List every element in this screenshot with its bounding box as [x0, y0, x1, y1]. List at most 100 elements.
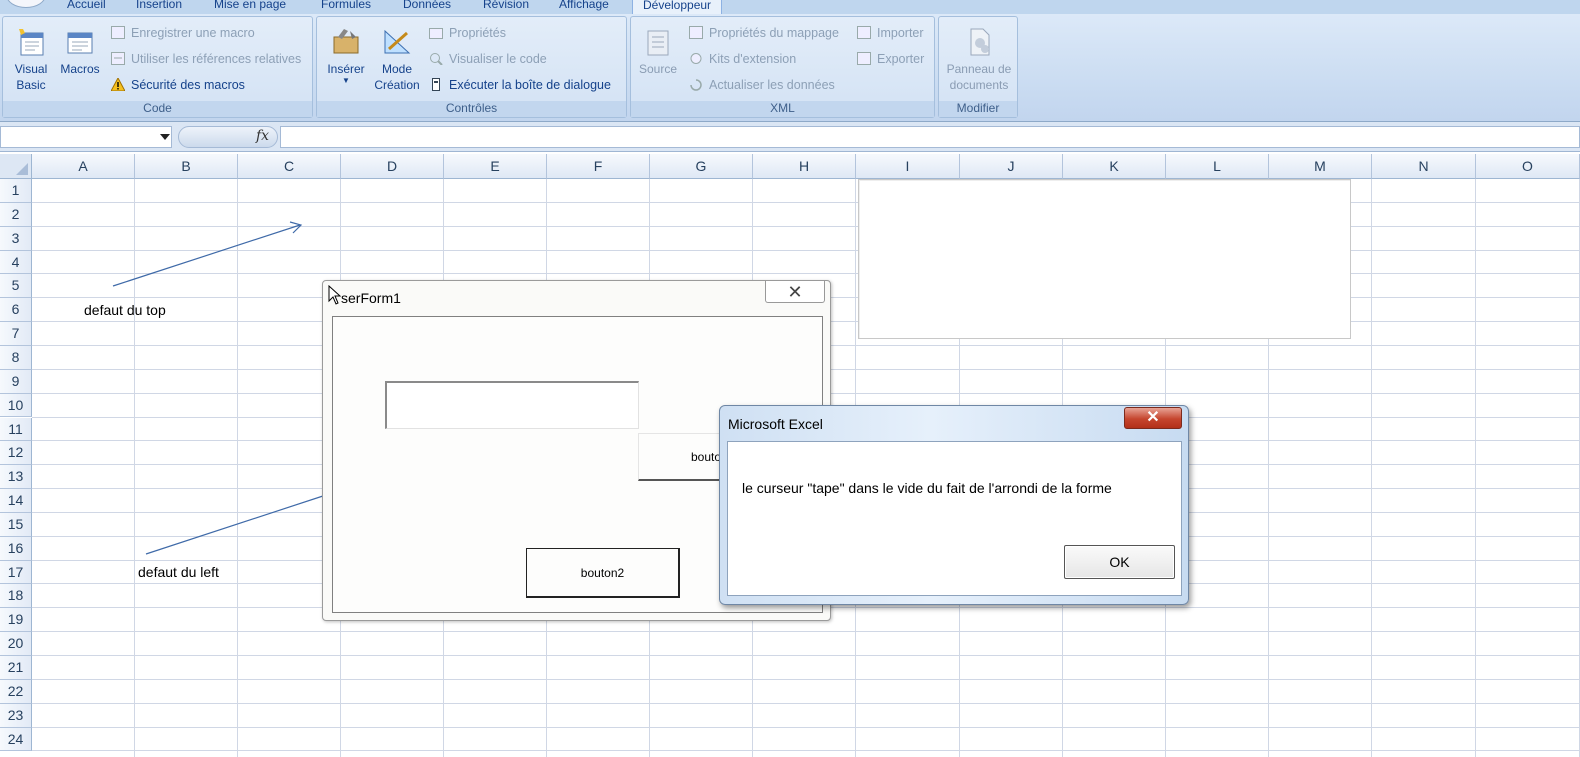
select-all-corner[interactable] — [0, 154, 32, 179]
design-mode-label-1: Mode — [381, 62, 413, 76]
import-icon — [857, 26, 871, 39]
column-header-k[interactable]: K — [1063, 154, 1166, 179]
visual-basic-label-1: Visual — [14, 62, 48, 76]
msgbox-dialog[interactable]: Microsoft Excel ✕ le curseur "tape" dans… — [719, 405, 1189, 605]
import-button[interactable]: Importer — [857, 24, 924, 42]
row-header-17[interactable]: 17 — [0, 560, 32, 585]
gridline-vertical — [1371, 179, 1372, 757]
tab-affichage[interactable]: Affichage — [559, 0, 609, 11]
bouton2-button[interactable]: bouton2 — [526, 548, 680, 598]
record-macro-button[interactable]: Enregistrer une macro — [111, 24, 255, 42]
row-header-14[interactable]: 14 — [0, 489, 32, 513]
insert-control-label: Insérer — [327, 62, 365, 76]
column-header-c[interactable]: C — [238, 154, 341, 179]
column-header-e[interactable]: E — [444, 154, 547, 179]
row-header-13[interactable]: 13 — [0, 465, 32, 490]
design-mode-button[interactable]: Mode Création — [371, 27, 423, 93]
xml-source-button[interactable]: Source — [635, 27, 681, 77]
row-header-8[interactable]: 8 — [0, 345, 32, 370]
row-header-3[interactable]: 3 — [0, 226, 32, 251]
document-panel-button[interactable]: Panneau de documents — [941, 27, 1017, 93]
userform-close-button[interactable]: ✕ — [765, 281, 825, 303]
insert-function-icon[interactable]: fx — [256, 128, 269, 144]
view-code-icon — [429, 52, 443, 66]
row-header-18[interactable]: 18 — [0, 584, 32, 609]
row-header-10[interactable]: 10 — [0, 393, 32, 418]
tab-formules[interactable]: Formules — [321, 0, 371, 11]
row-header-16[interactable]: 16 — [0, 536, 32, 561]
refresh-data-button[interactable]: Actualiser les données — [689, 76, 835, 94]
record-macro-icon — [111, 26, 125, 39]
column-header-a[interactable]: A — [32, 154, 135, 179]
msgbox-close-button[interactable]: ✕ — [1124, 407, 1182, 429]
userform-textbox[interactable] — [385, 381, 639, 429]
relative-refs-button[interactable]: Utiliser les références relatives — [111, 50, 301, 68]
row-header-20[interactable]: 20 — [0, 632, 32, 656]
expansion-packs-button[interactable]: Kits d'extension — [689, 50, 796, 68]
column-header-i[interactable]: I — [856, 154, 960, 179]
formula-bar: fx — [0, 122, 1580, 152]
name-box-dropdown-icon[interactable] — [160, 134, 170, 140]
visual-basic-icon — [15, 27, 47, 57]
gridline-horizontal — [32, 655, 1580, 656]
visual-basic-button[interactable]: Visual Basic — [9, 27, 53, 93]
properties-label: Propriétés — [449, 26, 506, 40]
view-code-button[interactable]: Visualiser le code — [429, 50, 547, 68]
expansion-packs-label: Kits d'extension — [709, 52, 797, 66]
userform-title: serForm1 — [341, 290, 401, 306]
tab-revision[interactable]: Révision — [483, 0, 529, 11]
gridline-horizontal — [32, 726, 1580, 728]
row-header-7[interactable]: 7 — [0, 322, 32, 346]
column-header-h[interactable]: H — [753, 154, 856, 179]
column-header-f[interactable]: F — [547, 154, 650, 179]
tab-donnees[interactable]: Données — [403, 0, 451, 11]
column-header-g[interactable]: G — [650, 154, 753, 179]
map-properties-button[interactable]: Propriétés du mappage — [689, 24, 839, 42]
tab-accueil[interactable]: Accueil — [67, 0, 106, 11]
column-header-m[interactable]: M — [1269, 154, 1372, 179]
column-header-b[interactable]: B — [135, 154, 238, 179]
group-modify: Panneau de documents Modifier — [938, 16, 1018, 118]
run-dialog-button[interactable]: Exécuter la boîte de dialogue — [429, 76, 611, 94]
row-header-2[interactable]: 2 — [0, 202, 32, 227]
run-dialog-icon — [429, 78, 443, 91]
expansion-packs-icon — [689, 52, 703, 65]
column-header-n[interactable]: N — [1372, 154, 1476, 179]
macros-button[interactable]: Macros — [55, 27, 105, 77]
tab-mise-en-page[interactable]: Mise en page — [214, 0, 286, 11]
tab-insertion[interactable]: Insertion — [136, 0, 182, 11]
formula-input[interactable] — [280, 126, 1580, 148]
row-header-11[interactable]: 11 — [0, 417, 32, 442]
record-macro-label: Enregistrer une macro — [131, 26, 255, 40]
row-header-15[interactable]: 15 — [0, 512, 32, 537]
office-button[interactable] — [6, 0, 46, 8]
column-header-d[interactable]: D — [341, 154, 444, 179]
row-header-9[interactable]: 9 — [0, 369, 32, 394]
export-button[interactable]: Exporter — [857, 50, 924, 68]
drawn-rectangle-shape[interactable] — [858, 179, 1351, 339]
row-header-19[interactable]: 19 — [0, 608, 32, 633]
row-header-21[interactable]: 21 — [0, 656, 32, 680]
row-header-1[interactable]: 1 — [0, 179, 32, 203]
column-header-j[interactable]: J — [960, 154, 1063, 179]
tab-developpeur[interactable]: Développeur — [632, 0, 723, 14]
ok-button[interactable]: OK — [1064, 545, 1175, 579]
row-header-4[interactable]: 4 — [0, 250, 32, 275]
row-header-5[interactable]: 5 — [0, 274, 32, 299]
refresh-icon — [689, 78, 703, 91]
row-header-12[interactable]: 12 — [0, 441, 32, 466]
group-controls-label: Contrôles — [317, 101, 626, 117]
row-header-6[interactable]: 6 — [0, 298, 32, 323]
column-header-o[interactable]: O — [1476, 154, 1580, 179]
macro-security-button[interactable]: Sécurité des macros — [110, 76, 245, 94]
insert-control-button[interactable]: Insérer ▼ — [321, 27, 371, 85]
column-header-l[interactable]: L — [1166, 154, 1269, 179]
row-header-23[interactable]: 23 — [0, 703, 32, 728]
toolbox-icon — [330, 27, 362, 57]
properties-button[interactable]: Propriétés — [429, 24, 506, 42]
macros-label: Macros — [60, 62, 100, 76]
name-box[interactable] — [0, 126, 172, 148]
row-header-24[interactable]: 24 — [0, 727, 32, 752]
row-header-22[interactable]: 22 — [0, 679, 32, 704]
warning-icon — [110, 76, 126, 92]
